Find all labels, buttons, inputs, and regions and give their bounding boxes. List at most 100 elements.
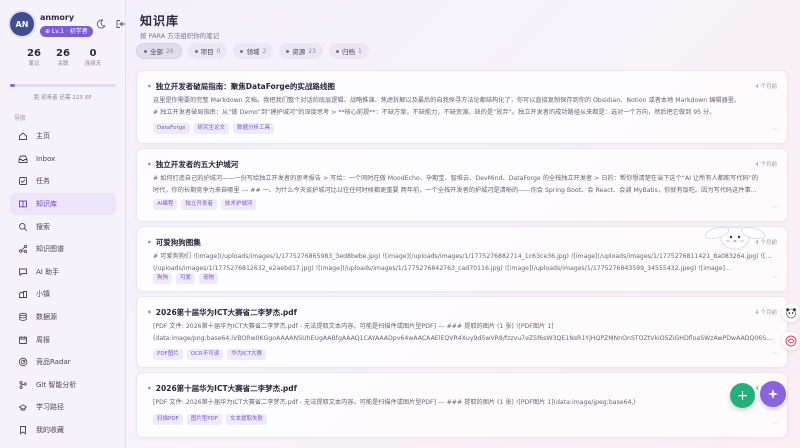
sidebar-item-label: 学习路径: [36, 403, 64, 412]
note-title[interactable]: • 可爱狗狗图集: [147, 237, 201, 248]
sidebar-item-label: 知识图谱: [36, 245, 64, 254]
tab-4[interactable]: 归档 1: [328, 43, 369, 59]
tab-label: 领域: [246, 48, 260, 56]
note-card[interactable]: •2026第十届华为ICT大赛省二李梦杰.pdf4 个月前[PDF 文件: 20…: [136, 372, 788, 438]
note-tag[interactable]: 华为ICT大赛: [227, 349, 267, 360]
tab-label: 归档: [341, 48, 355, 56]
sidebar-item-label: Git 智能分析: [36, 380, 77, 389]
bullet-icon: •: [147, 160, 152, 169]
theme-toggle-icon[interactable]: [94, 17, 108, 31]
nav-heading: 导航: [14, 115, 27, 122]
sidebar-item-label: 知识库: [36, 200, 57, 209]
note-tag[interactable]: 宠物: [199, 273, 219, 284]
tab-label: 全部: [150, 48, 163, 56]
sidebar-item-1[interactable]: Inbox: [10, 148, 116, 171]
git-icon: [16, 378, 30, 392]
note-excerpt-line: # 如何打造自己的护城河——一份写给独立开发者的思考报告 > 写给：一个同时在做…: [153, 175, 759, 182]
note-tag[interactable]: OCR不可读: [186, 349, 224, 360]
tab-2[interactable]: 领域 2: [233, 43, 274, 59]
ai-spark-icon: [768, 389, 778, 399]
sidebar-item-0[interactable]: 主页: [10, 125, 116, 148]
note-card[interactable]: • 可爱狗狗图集 4 个月前 # 可爱狗狗们 ![image](/uploads/im…: [136, 226, 788, 292]
tab-0[interactable]: 全部 26: [136, 43, 182, 59]
sidebar-item-2[interactable]: 任务: [10, 170, 116, 193]
note-title[interactable]: • 2026第十届华为ICT大赛省二李梦杰.pdf: [147, 307, 297, 318]
note-card[interactable]: •2026第十届华为ICT大赛省二李梦杰.pdf4 个月前[PDF 文件: 20…: [136, 296, 788, 368]
add-note-button[interactable]: +: [730, 383, 755, 408]
more-options-icon[interactable]: ⋯: [772, 349, 779, 357]
sidebar-item-7[interactable]: 小镇: [10, 283, 116, 306]
note-title[interactable]: • 独立开发者的五大护城河: [147, 159, 238, 170]
sidebar-item-label: 我的收藏: [36, 426, 64, 435]
page-title: 知识库: [140, 14, 180, 28]
note-tag[interactable]: 研究生论文: [193, 123, 230, 134]
sidebar-item-8[interactable]: 数据源: [10, 306, 116, 329]
note-tags: 狗狗 可爱 宠物: [153, 273, 219, 284]
note-excerpt: 这里是你需要的完整 Markdown 文档。我把我们整个对话的底层逻辑、战略推演…: [153, 95, 773, 118]
note-tag[interactable]: DataForge: [153, 123, 190, 134]
bullet-icon: •: [147, 238, 152, 247]
sidebar-item-6[interactable]: AI 助手: [10, 261, 116, 284]
sidebar-item-12[interactable]: 学习路径: [10, 396, 116, 419]
note-tag[interactable]: 狗狗: [153, 273, 173, 284]
mascot-illustration: [704, 218, 766, 252]
sidebar: AN anmory ⊕ Lv.1 · 初学者 26 笔记 26 关联 0 连续天 距 …: [0, 0, 126, 448]
ai-assistant-button[interactable]: [760, 381, 786, 407]
note-excerpt-line: (/uploads/images/1/1775276812632_e2aebd1…: [153, 264, 731, 272]
more-options-icon[interactable]: ⋯: [772, 419, 779, 427]
tab-1[interactable]: 项目 0: [187, 43, 228, 59]
note-tag[interactable]: PDF图片: [153, 349, 183, 360]
tab-label: 资源: [292, 48, 306, 56]
bullet-icon: •: [147, 384, 152, 393]
note-card[interactable]: • 独立开发者的五大护城河 4 个月前 # 如何打造自己的护城河——一份写给独立开发者…: [136, 148, 788, 222]
sidebar-item-5[interactable]: 知识图谱: [10, 238, 116, 261]
more-options-icon[interactable]: ⋯: [772, 125, 779, 133]
calendar-icon: [16, 333, 30, 347]
tab-count: 1: [357, 47, 362, 55]
note-excerpt: [PDF 文件: 2026第十届华为ICT大赛省二李梦杰.pdf - 无法提取文…: [153, 397, 773, 409]
xp-progress-fill: [10, 84, 16, 87]
avatar[interactable]: AN: [10, 12, 34, 36]
note-excerpt: # 可爱狗狗们 ![image](/uploads/images/1/17752…: [153, 251, 773, 274]
note-tag[interactable]: 技术护城河: [220, 199, 257, 210]
sidebar-item-label: 周报: [36, 335, 50, 344]
sidebar-item-3[interactable]: 知识库: [10, 192, 116, 216]
sidebar-item-10[interactable]: 竞品Radar: [10, 351, 116, 374]
note-tag[interactable]: 扫描PDF: [153, 414, 183, 425]
sidebar-item-label: AI 助手: [36, 267, 60, 276]
note-title[interactable]: • 独立开发者破局指南：聚焦DataForge的实战路线图: [147, 81, 335, 92]
tab-count: 26: [166, 47, 174, 55]
sidebar-item-label: Inbox: [36, 154, 56, 163]
ai-chat-icon: [16, 265, 30, 279]
note-tag[interactable]: 文本提取失败: [225, 414, 267, 425]
note-tag[interactable]: 图片型PDF: [186, 414, 222, 425]
note-tag[interactable]: 独立开发者: [181, 199, 217, 210]
tab-count: 23: [308, 47, 316, 55]
note-card[interactable]: • 独立开发者破局指南：聚焦DataForge的实战路线图 4 个月前这里是你需要的…: [136, 70, 788, 144]
more-options-icon[interactable]: ⋯: [772, 203, 779, 211]
note-excerpt-line: [PDF 文件: 2026第十届华为ICT大赛省二李梦杰.pdf - 无法提取文…: [153, 399, 636, 406]
note-tag[interactable]: 可爱: [176, 273, 196, 284]
more-options-icon[interactable]: ⋯: [772, 273, 779, 281]
sidebar-item-label: 搜索: [36, 222, 50, 231]
main-content: 知识库 按 PARA 方法组织你的笔记 全部 26 项目 0 领域 2 资源 23 归档 1 • 独…: [126, 0, 800, 448]
note-tag[interactable]: 数据分析工具: [233, 123, 275, 134]
path-icon: [16, 400, 30, 414]
panda-widget-icon[interactable]: [782, 304, 800, 322]
stats-panel: 26 笔记 26 关联 0 连续天: [10, 48, 110, 78]
note-tag[interactable]: AI编程: [153, 199, 178, 210]
book-icon: [16, 197, 30, 211]
sidebar-item-label: 小镇: [36, 290, 50, 299]
note-excerpt: [PDF 文件: 2026第十届华为ICT大赛省二李梦杰.pdf - 无法提取文…: [153, 321, 773, 344]
sidebar-item-13[interactable]: 我的收藏: [10, 419, 116, 442]
tab-3[interactable]: 资源 23: [279, 43, 323, 59]
note-timestamp: 4 个月前: [755, 84, 777, 90]
sidebar-item-9[interactable]: 周报: [10, 328, 116, 351]
note-excerpt-line: # 独立开发者破局指南：从“做 Demo”到“建护城河”的深度思考 > **核心…: [153, 108, 716, 116]
sidebar-item-4[interactable]: 搜索: [10, 215, 116, 238]
app-logo-icon[interactable]: [782, 332, 800, 350]
note-title[interactable]: • 2026第十届华为ICT大赛省二李梦杰.pdf: [147, 383, 297, 394]
note-excerpt-line: 这里是你需要的完整 Markdown 文档。我把我们整个对话的底层逻辑、战略推演…: [153, 97, 741, 104]
sidebar-item-11[interactable]: Git 智能分析: [10, 374, 116, 397]
note-tags: 扫描PDF 图片型PDF 文本提取失败: [153, 414, 267, 425]
